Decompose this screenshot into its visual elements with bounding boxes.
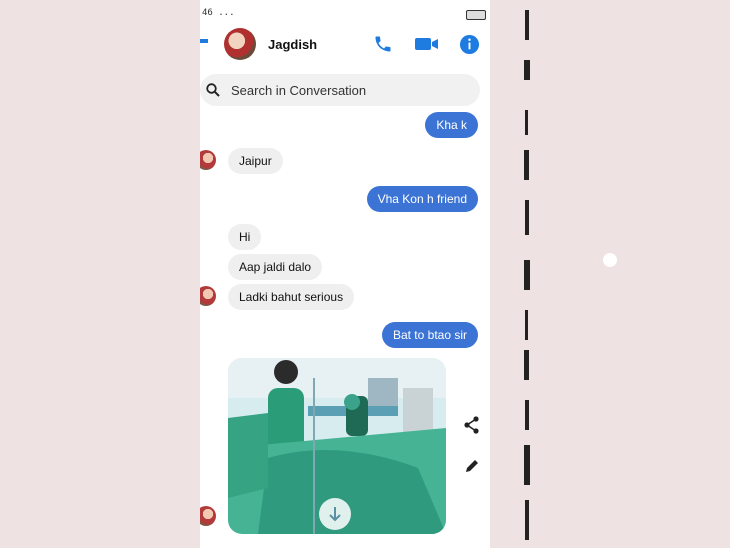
- download-button[interactable]: [319, 498, 351, 530]
- message-outgoing[interactable]: Kha k: [425, 112, 478, 138]
- message-incoming[interactable]: Ladki bahut serious: [228, 284, 355, 310]
- search-icon: [206, 83, 220, 97]
- battery-icon: [466, 10, 486, 20]
- video-camera-icon[interactable]: [414, 34, 440, 54]
- shared-photo[interactable]: [228, 358, 446, 534]
- pencil-icon[interactable]: [464, 458, 480, 474]
- background-text-stripe: [524, 10, 530, 540]
- message-outgoing[interactable]: Vha Kon h friend: [366, 186, 478, 212]
- info-icon[interactable]: [459, 34, 480, 55]
- download-icon: [329, 507, 341, 522]
- back-arrow-icon[interactable]: [200, 39, 208, 43]
- message-incoming[interactable]: Hi: [228, 224, 262, 250]
- status-bar-signal: 46 ...: [202, 8, 235, 18]
- search-placeholder: Search in Conversation: [231, 83, 367, 98]
- conversation-header: Jagdish: [200, 26, 490, 66]
- contact-avatar-small: [200, 286, 216, 306]
- share-icon[interactable]: [464, 416, 480, 434]
- contact-avatar[interactable]: [224, 28, 256, 60]
- phone-icon[interactable]: [373, 34, 393, 54]
- white-dot: [603, 253, 617, 267]
- messenger-screen: 46 ... Jagdish Search in Conversation Kh…: [200, 0, 490, 548]
- contact-avatar-small: [200, 506, 216, 526]
- message-outgoing[interactable]: Bat to btao sir: [381, 322, 478, 348]
- message-incoming[interactable]: Aap jaldi dalo: [228, 254, 323, 280]
- contact-name[interactable]: Jagdish: [268, 37, 317, 52]
- status-bar: 46 ...: [200, 0, 490, 24]
- search-input[interactable]: Search in Conversation: [200, 74, 480, 106]
- message-incoming[interactable]: Jaipur: [228, 148, 283, 174]
- contact-avatar-small: [200, 150, 216, 170]
